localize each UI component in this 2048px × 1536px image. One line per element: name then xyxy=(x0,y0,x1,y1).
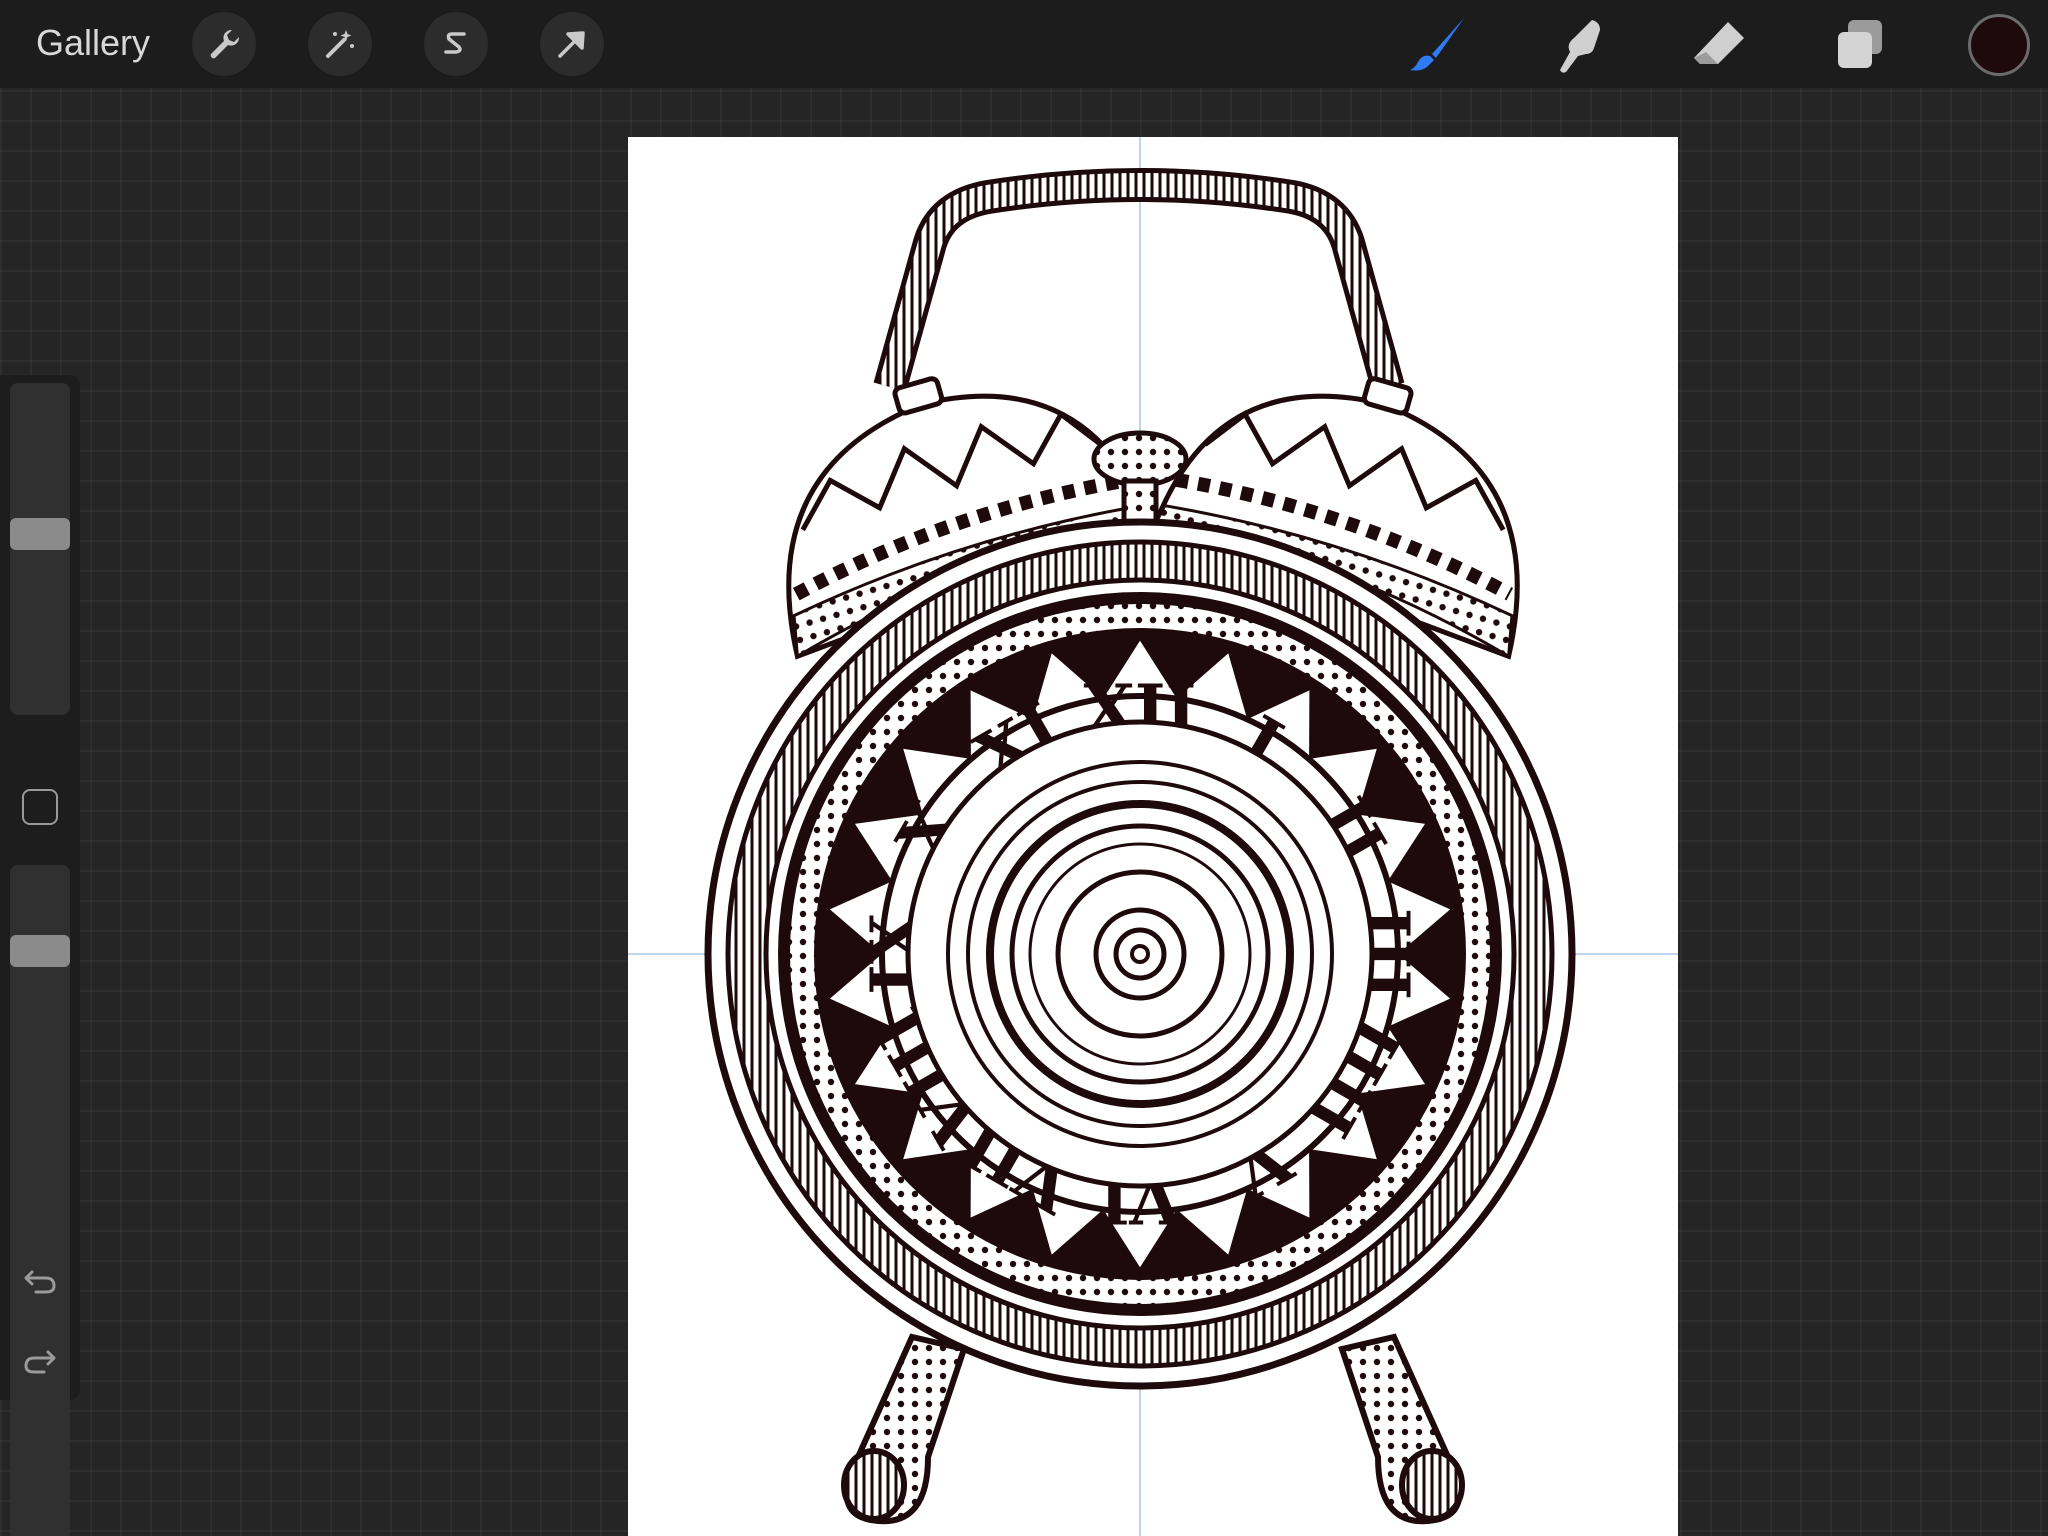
brush-icon xyxy=(1410,18,1464,71)
top-toolbar: Gallery xyxy=(0,0,2048,88)
selection-icon xyxy=(444,32,466,54)
undo-icon xyxy=(24,1270,56,1294)
smudge-tool-button[interactable] xyxy=(1548,14,1610,76)
modify-button[interactable] xyxy=(22,789,58,825)
brush-size-thumb[interactable] xyxy=(10,518,70,550)
adjustments-button[interactable] xyxy=(308,12,372,76)
opacity-thumb[interactable] xyxy=(10,935,70,967)
smudge-icon xyxy=(1560,20,1600,73)
gallery-button[interactable]: Gallery xyxy=(36,22,150,64)
left-sidebar xyxy=(0,375,80,1536)
actions-button[interactable] xyxy=(192,12,256,76)
selection-button[interactable] xyxy=(424,12,488,76)
alarm-clock-artwork: XII IIIIIIIIIIVVIVIIVIIIIXXXI xyxy=(628,137,1678,1536)
magic-wand-icon xyxy=(326,30,354,58)
brush-tool-button[interactable] xyxy=(1408,14,1470,76)
transform-arrow-icon xyxy=(558,31,585,58)
undo-button[interactable] xyxy=(20,1260,60,1300)
redo-icon xyxy=(24,1350,56,1374)
transform-button[interactable] xyxy=(540,12,604,76)
color-picker-button[interactable] xyxy=(1968,14,2030,76)
eraser-icon xyxy=(1694,22,1744,64)
wrench-icon xyxy=(210,29,240,59)
eraser-tool-button[interactable] xyxy=(1688,14,1750,76)
drawing-canvas[interactable]: XII I II III IIII V VI VII VIII IX X XI xyxy=(628,137,1678,1536)
left-leg xyxy=(841,1333,968,1525)
right-leg xyxy=(1338,1333,1465,1525)
redo-button[interactable] xyxy=(20,1340,60,1380)
layers-button[interactable] xyxy=(1828,14,1890,76)
layers-icon xyxy=(1838,20,1882,68)
